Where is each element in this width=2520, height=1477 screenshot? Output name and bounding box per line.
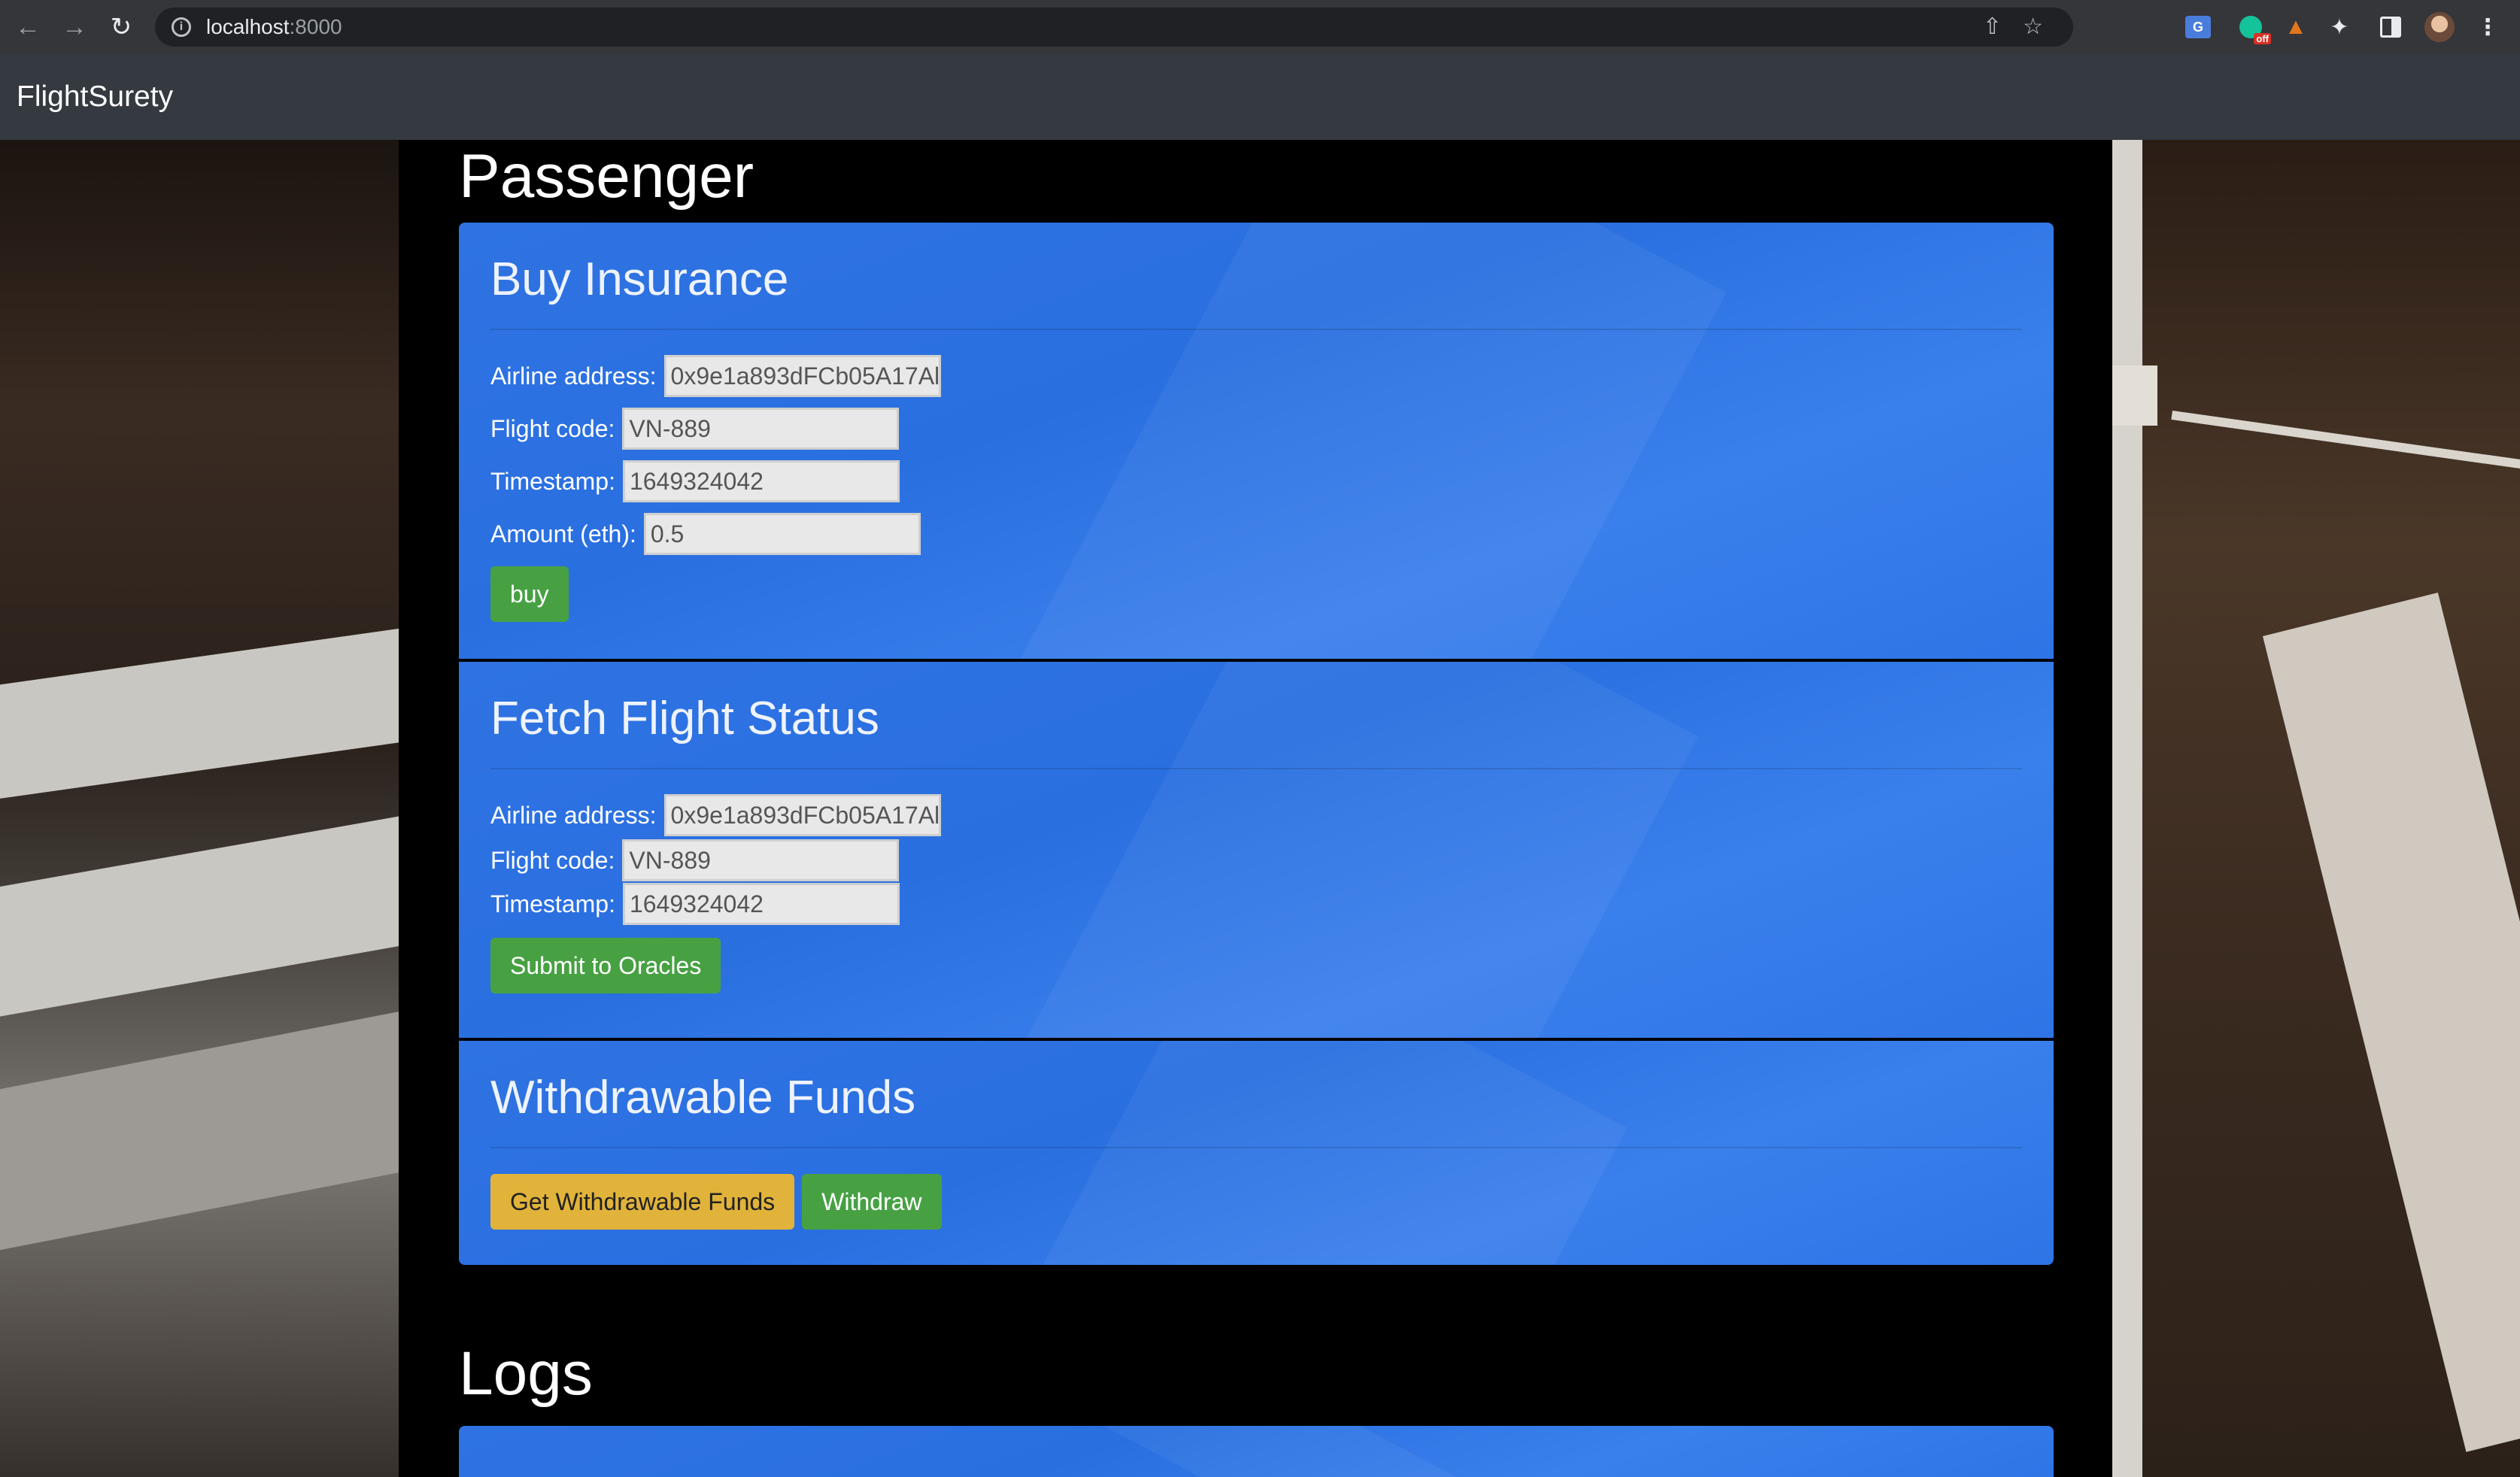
amount-label: Amount (eth): xyxy=(490,520,636,547)
profile-avatar[interactable] xyxy=(2422,9,2457,45)
side-panel-icon[interactable] xyxy=(2376,9,2406,45)
back-icon[interactable]: ← xyxy=(9,8,47,46)
app-navbar: FlightSurety xyxy=(0,54,2520,140)
divider xyxy=(490,768,2022,769)
url-host: localhost xyxy=(206,15,290,38)
metamask-fox-icon[interactable]: ▲ xyxy=(2279,9,2312,45)
passenger-title: Passenger xyxy=(459,142,754,211)
get-withdrawable-funds-button[interactable]: Get Withdrawable Funds xyxy=(490,1174,795,1230)
extensions-puzzle-icon[interactable]: ✦ xyxy=(2324,9,2355,45)
amount-input[interactable]: 0.5 xyxy=(643,513,921,555)
share-icon[interactable]: ⇧ xyxy=(1983,14,2002,40)
withdraw-button[interactable]: Withdraw xyxy=(802,1174,942,1230)
divider xyxy=(490,1147,2022,1148)
buy-button[interactable]: buy xyxy=(490,566,569,622)
flight-code-label: Flight code: xyxy=(490,846,615,874)
flight-code-input[interactable]: VN-889 xyxy=(622,408,900,450)
timestamp-label: Timestamp: xyxy=(490,467,615,495)
grammarly-off-badge: off xyxy=(2254,33,2271,44)
airline-address-label: Airline address: xyxy=(490,801,657,829)
divider xyxy=(490,329,2022,330)
timestamp-label: Timestamp: xyxy=(490,890,615,917)
browser-toolbar: ← → ↻ i localhost:8000 ⇧ ☆ G off ▲ ✦ ⋮ xyxy=(0,0,2520,54)
flight-code-label: Flight code: xyxy=(490,414,615,442)
airline-address-label: Airline address: xyxy=(490,362,657,390)
airline-address-input[interactable]: 0x9e1a893dFCb05A17Al xyxy=(663,794,941,836)
runway-background-right xyxy=(2112,140,2520,1477)
runway-background-left xyxy=(0,140,399,1477)
site-info-icon[interactable]: i xyxy=(172,17,191,37)
url-port: :8000 xyxy=(289,15,342,38)
flight-code-input[interactable]: VN-889 xyxy=(622,839,900,881)
grammarly-extension-icon[interactable]: off xyxy=(2234,9,2271,45)
submit-to-oracles-button[interactable]: Submit to Oracles xyxy=(490,938,721,993)
buy-insurance-title: Buy Insurance xyxy=(490,253,789,305)
fetch-flight-status-card: Fetch Flight Status Airline address: 0x9… xyxy=(459,662,2054,1038)
bookmark-star-icon[interactable]: ☆ xyxy=(2023,14,2043,40)
airline-address-input[interactable]: 0x9e1a893dFCb05A17Al xyxy=(663,355,941,397)
withdrawable-funds-title: Withdrawable Funds xyxy=(490,1072,916,1124)
reload-icon[interactable]: ↻ xyxy=(102,8,140,46)
fetch-flight-status-title: Fetch Flight Status xyxy=(490,693,879,745)
address-bar[interactable]: i localhost:8000 ⇧ ☆ xyxy=(155,8,2073,47)
forward-icon[interactable]: → xyxy=(56,8,93,46)
browser-menu-icon[interactable]: ⋮ xyxy=(2475,9,2500,45)
translate-extension-icon[interactable]: G xyxy=(2183,9,2213,45)
navbar-brand[interactable]: FlightSurety xyxy=(17,80,173,114)
timestamp-input[interactable]: 1649324042 xyxy=(622,460,900,502)
buy-insurance-card: Buy Insurance Airline address: 0x9e1a893… xyxy=(459,223,2054,659)
logs-title: Logs xyxy=(459,1339,593,1408)
logs-card xyxy=(459,1426,2054,1477)
timestamp-input[interactable]: 1649324042 xyxy=(622,883,900,925)
withdrawable-funds-card: Withdrawable Funds Get Withdrawable Fund… xyxy=(459,1041,2054,1265)
